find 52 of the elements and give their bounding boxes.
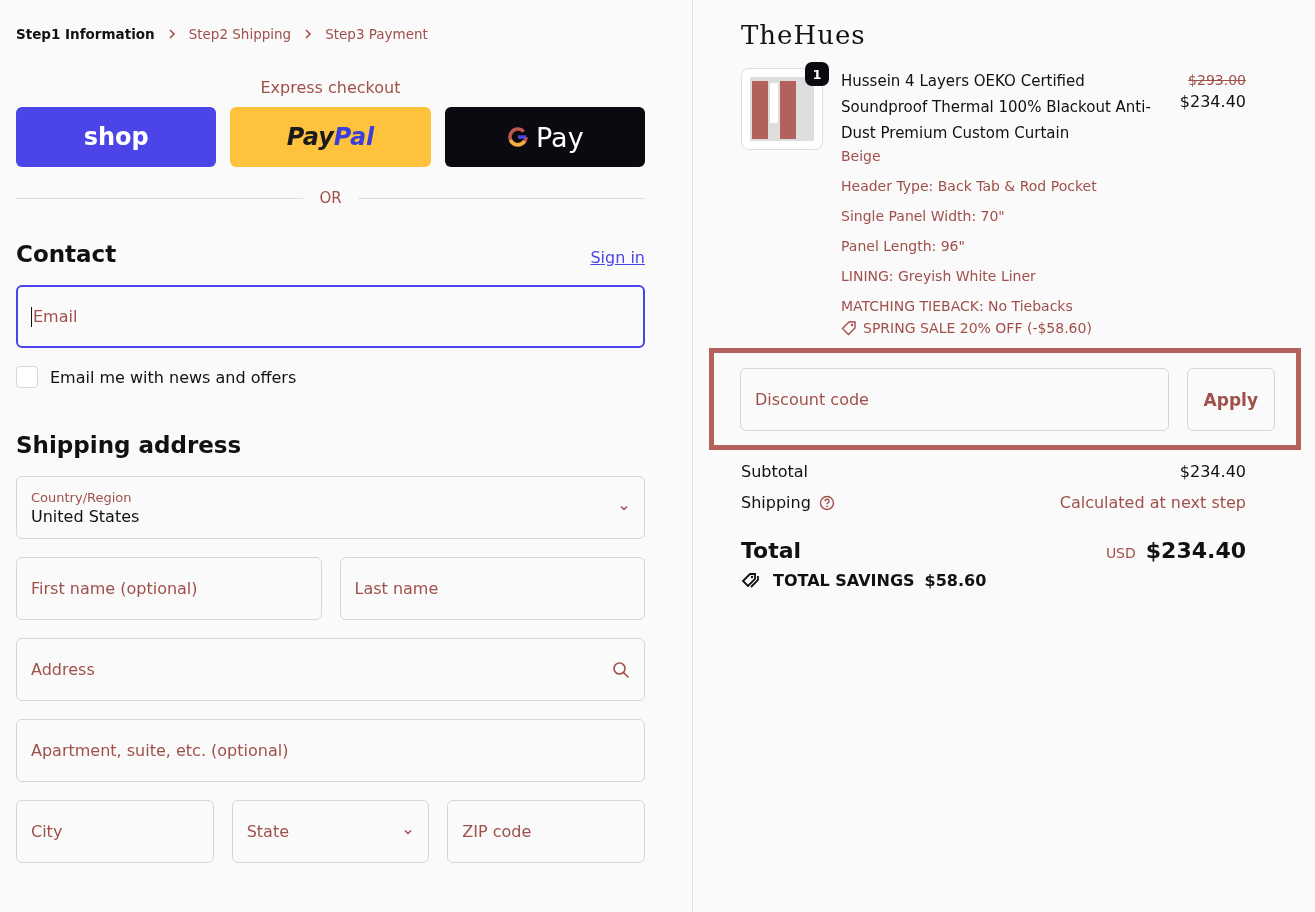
product-option: Header Type: Back Tab & Rod Pocket [841, 178, 1162, 194]
state-select[interactable]: State [231, 800, 430, 863]
discount-code-field[interactable]: Discount code [740, 368, 1169, 431]
currency-code: USD [1105, 545, 1136, 561]
apply-button[interactable]: Apply [1186, 368, 1275, 431]
total-value: $234.40 [1145, 538, 1246, 563]
or-label: OR [319, 189, 342, 207]
breadcrumb-step[interactable]: Step3 Payment [325, 26, 428, 42]
quantity-badge: 1 [805, 62, 829, 86]
paypal-button[interactable]: PayPal [230, 107, 431, 167]
savings-label: TOTAL SAVINGS [773, 571, 915, 590]
tag-icon [841, 320, 857, 336]
search-icon [612, 660, 630, 679]
checkbox[interactable] [16, 366, 38, 388]
input-field[interactable]: First name (optional) [16, 557, 322, 620]
contact-heading: Contact [16, 241, 117, 267]
product-option: Single Panel Width: 70" [841, 208, 1162, 224]
shipping-value: Calculated at next step [1059, 493, 1246, 512]
chevron-right-icon [303, 29, 314, 39]
total-label: Total [741, 538, 802, 563]
product-name: Hussein 4 Layers OEKO Certified Soundproof Thermal 100% Blackout Anti-Dust Premium Custom Curtain [841, 71, 1152, 144]
express-checkout-title: Express checkout [259, 78, 402, 97]
curtain-drawing [750, 77, 814, 141]
breadcrumb-step[interactable]: Step2 Shipping [188, 26, 292, 42]
savings-value: $58.60 [924, 571, 987, 590]
email-field[interactable]: Email [16, 285, 645, 348]
product-option: Panel Length: 96" [841, 238, 1162, 254]
input-field[interactable]: ZIP code [447, 800, 645, 863]
newsletter-label: Email me with news and offers [50, 367, 297, 387]
help-icon[interactable] [818, 494, 835, 511]
product-variant: Beige [841, 148, 882, 164]
address-field[interactable]: Address [16, 638, 645, 701]
shipping-heading: Shipping address [16, 432, 243, 458]
input-field[interactable]: City [16, 800, 214, 863]
item-price: $234.40 [1179, 92, 1246, 111]
g-logo-icon [506, 125, 530, 149]
shipping-label: Shipping [741, 493, 811, 512]
breadcrumb-step[interactable]: Step1 Information [16, 26, 155, 42]
original-price: $293.00 [1187, 72, 1246, 88]
brand-logo: TheHues [741, 20, 867, 50]
subtotal-label: Subtotal [741, 462, 809, 481]
input-field[interactable]: Apartment, suite, etc. (optional) [16, 719, 645, 782]
subtotal-value: $234.40 [1179, 462, 1246, 481]
product-option: MATCHING TIEBACK: No Tiebacks [841, 298, 1162, 314]
google-pay-button[interactable]: Pay [444, 107, 645, 167]
sign-in-link[interactable]: Sign in [590, 248, 645, 267]
input-field[interactable]: Last name [339, 557, 645, 620]
chevron-right-icon [166, 29, 177, 39]
discount-label: SPRING SALE 20% OFF (-$58.60) [863, 320, 1092, 336]
country-select[interactable]: Country/Region United States [16, 476, 645, 539]
shop-pay-button[interactable]: shop [16, 107, 217, 167]
product-option: LINING: Greyish White Liner [841, 268, 1162, 284]
